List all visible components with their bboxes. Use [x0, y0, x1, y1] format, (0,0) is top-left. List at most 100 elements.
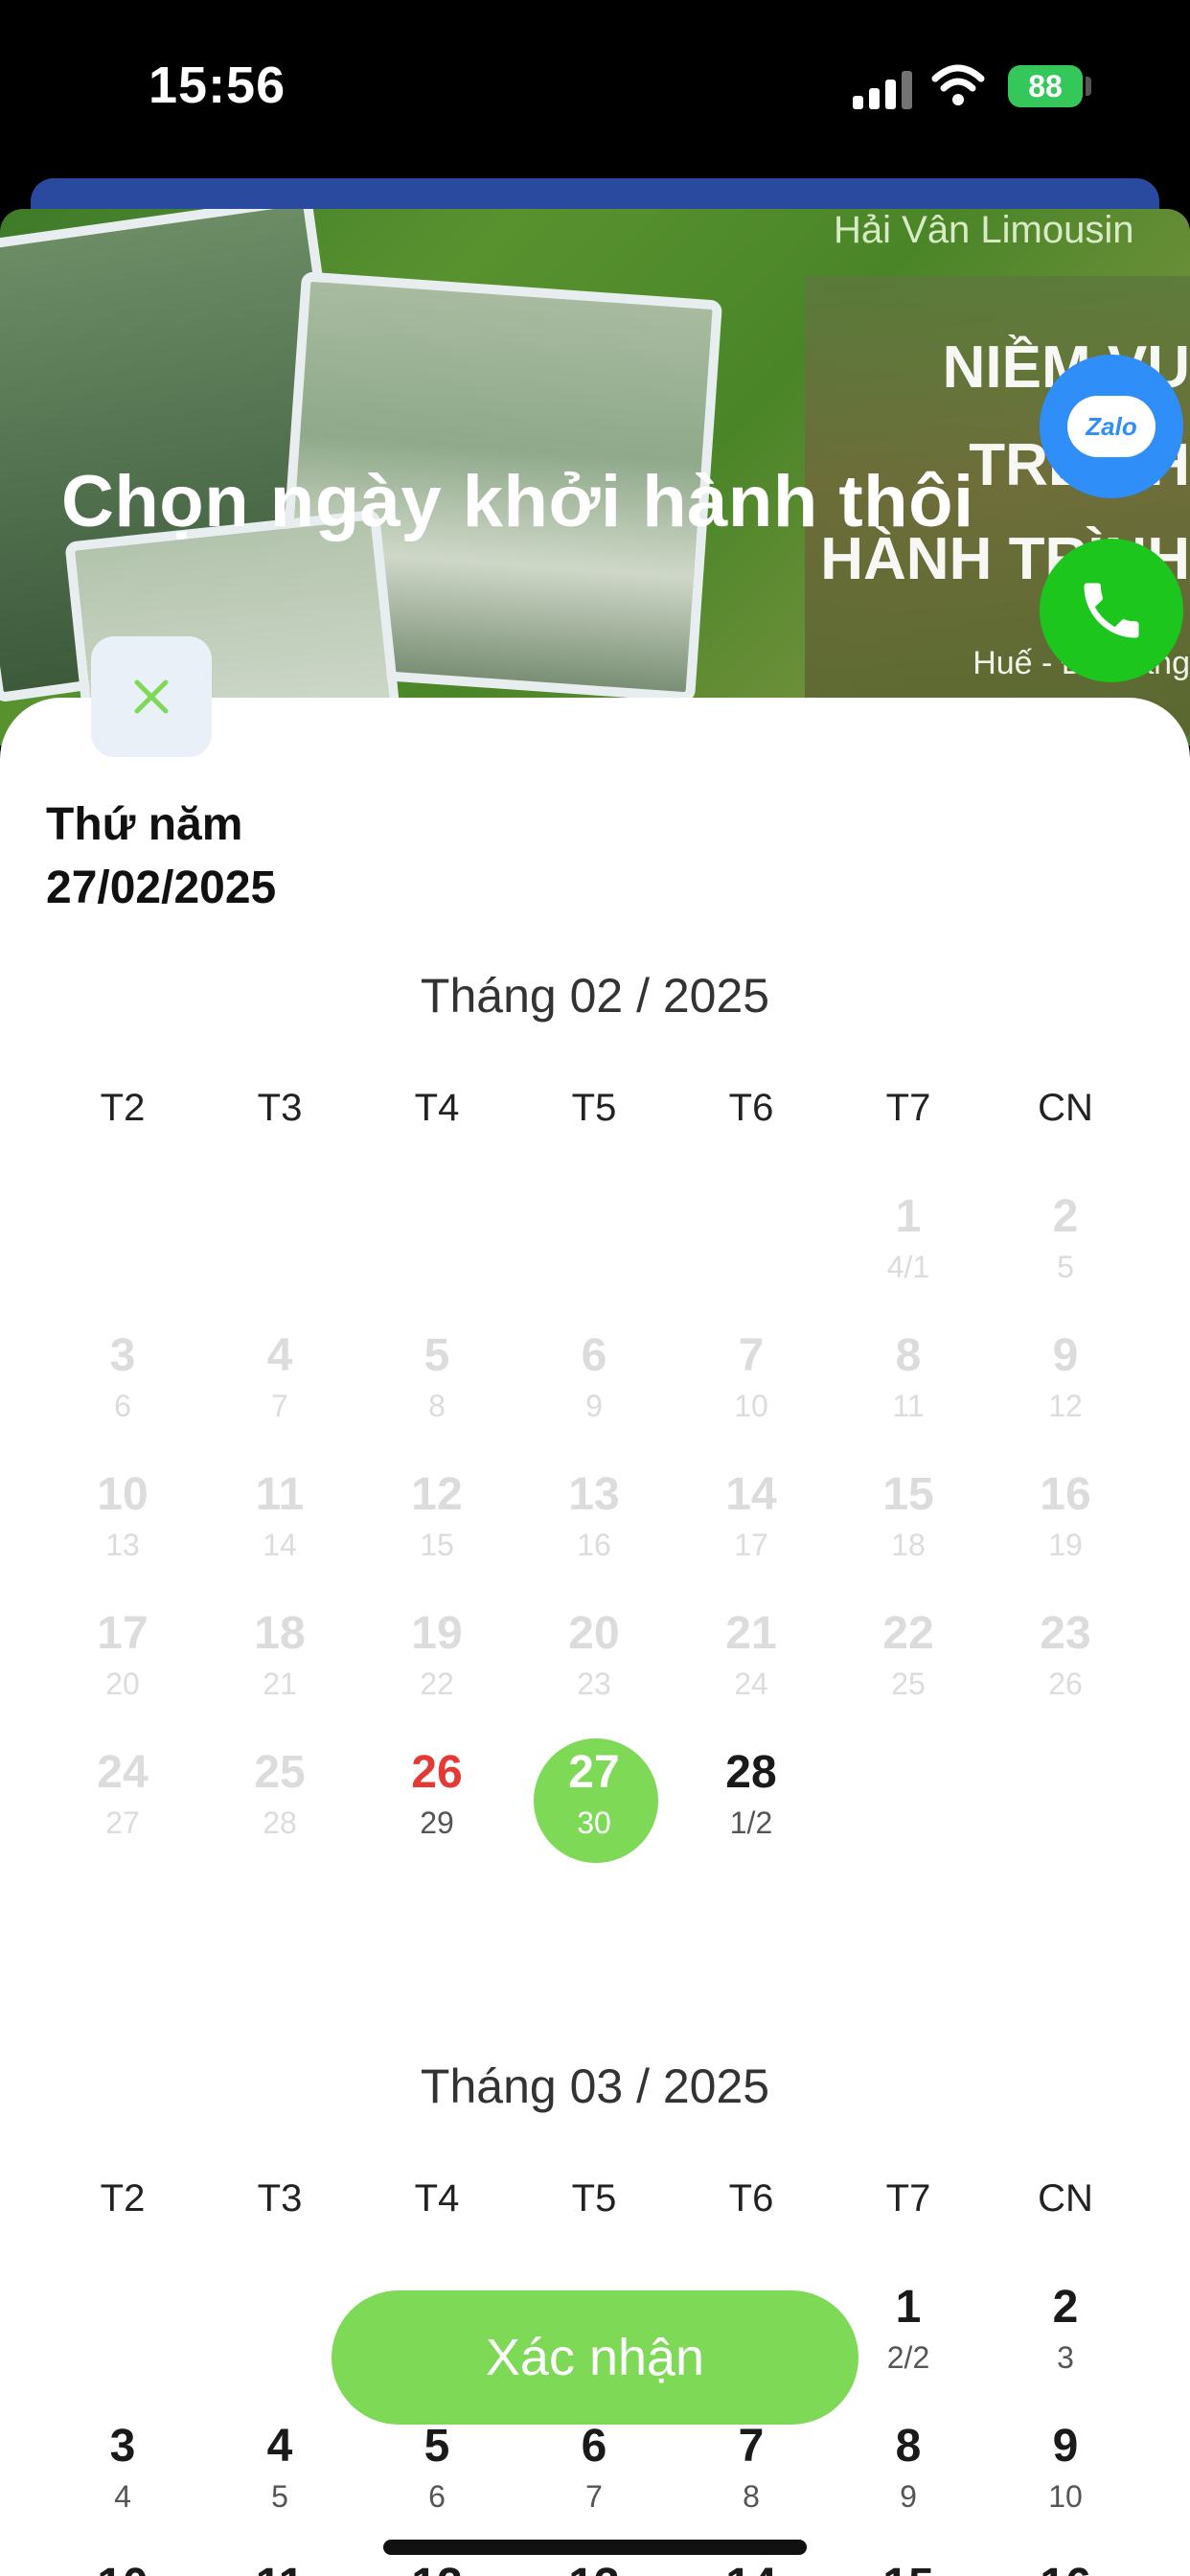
zalo-chat-button[interactable]: Zalo	[1040, 355, 1183, 498]
lunar-date: 8	[743, 2479, 760, 2514]
day-number: 21	[725, 1608, 777, 1659]
day-number: 12	[411, 1469, 463, 1520]
lunar-date: 28	[263, 1806, 297, 1840]
day-number: 23	[1040, 1608, 1091, 1659]
day-number: 9	[1052, 2421, 1079, 2472]
selected-weekday: Thứ năm	[46, 799, 243, 850]
calendar-day[interactable]: 14	[673, 2557, 830, 2576]
confirm-button[interactable]: Xác nhận	[332, 2290, 858, 2425]
lunar-date: 9	[585, 1389, 603, 1423]
day-number: 7	[738, 2421, 765, 2472]
day-number: 15	[882, 1469, 934, 1520]
lunar-date: 22	[420, 1667, 454, 1701]
selected-date: 27/02/2025	[46, 862, 277, 913]
day-number: 11	[255, 1469, 305, 1520]
calendar-day[interactable]: 34	[44, 2418, 201, 2557]
day-number: 3	[109, 2421, 136, 2472]
lunar-date: 4/1	[886, 1250, 930, 1284]
calendar-day: 18 21	[201, 1605, 358, 1744]
calendar-day: 10 13	[44, 1466, 201, 1605]
zalo-icon: Zalo	[1067, 396, 1156, 457]
day-number: 14	[673, 2557, 830, 2576]
calendar-day[interactable]: 78	[673, 2418, 830, 2557]
weekday-label: T6	[728, 2177, 774, 2220]
day-number: 28	[725, 1747, 777, 1798]
calendar-day: 69	[515, 1327, 673, 1466]
weekday-label: T7	[885, 2177, 931, 2220]
weekday-label: T6	[728, 1087, 774, 1129]
calendar-day[interactable]: 15	[830, 2557, 987, 2576]
cellular-signal-icon	[853, 67, 914, 109]
lunar-date: 20	[105, 1667, 140, 1701]
day-number: 24	[97, 1747, 149, 1798]
lunar-date: 14	[263, 1528, 297, 1562]
day-number: 4	[266, 1330, 293, 1381]
day-number: 2	[1052, 1191, 1079, 1242]
lunar-date: 16	[577, 1528, 611, 1562]
weekday-label: T2	[100, 2177, 146, 2220]
lunar-date: 6	[428, 2479, 446, 2514]
calendar-day[interactable]: 9 10	[987, 2418, 1144, 2557]
lunar-date: 10	[1048, 2479, 1083, 2514]
calendar-day: 15 18	[830, 1466, 987, 1605]
calendar-day[interactable]: 10	[44, 2557, 201, 2576]
day-number: 1	[895, 1191, 922, 1242]
lunar-date: 19	[1048, 1528, 1083, 1562]
day-number: 8	[895, 2421, 922, 2472]
call-button[interactable]	[1040, 539, 1183, 682]
battery-icon: 88	[1008, 65, 1083, 107]
calendar-day: 58	[358, 1327, 515, 1466]
day-number: 3	[109, 1330, 136, 1381]
calendar-day[interactable]: 28 1/2	[673, 1744, 830, 1883]
calendar-day: 19 22	[358, 1605, 515, 1744]
calendar-day[interactable]: 56	[358, 2418, 515, 2557]
weekday-label: T2	[100, 1087, 146, 1129]
weekday-label: T3	[257, 2177, 303, 2220]
lunar-date: 13	[105, 1528, 140, 1562]
weekday-label: T5	[571, 1087, 617, 1129]
calendar-day[interactable]: 16	[987, 2557, 1144, 2576]
day-number: 4	[266, 2421, 293, 2472]
lunar-date: 23	[577, 1667, 611, 1701]
calendar-day[interactable]: 23	[987, 2279, 1144, 2418]
weekday-label: CN	[1038, 1087, 1093, 1129]
day-number: 1	[895, 2282, 922, 2333]
day-number: 26	[411, 1747, 463, 1798]
calendar-day: 1 4/1	[830, 1188, 987, 1327]
selected-date-display: Thứ năm 27/02/2025	[46, 794, 276, 920]
calendar-day: 11 14	[201, 1466, 358, 1605]
day-number: 8	[895, 1330, 922, 1381]
day-number: 17	[97, 1608, 149, 1659]
calendar-day[interactable]: 12	[358, 2557, 515, 2576]
day-number: 10	[97, 1469, 149, 1520]
lunar-date: 24	[734, 1667, 768, 1701]
lunar-date: 18	[891, 1528, 926, 1562]
day-number: 20	[568, 1608, 620, 1659]
lunar-date: 17	[734, 1528, 768, 1562]
calendar-day[interactable]: 67	[515, 2418, 673, 2557]
day-number: 16	[1040, 1469, 1091, 1520]
calendar-day: 23 26	[987, 1605, 1144, 1744]
calendar-day: 8 11	[830, 1327, 987, 1466]
day-number: 5	[423, 2421, 450, 2472]
day-number: 6	[581, 2421, 607, 2472]
day-number: 22	[882, 1608, 934, 1659]
lunar-date: 26	[1048, 1667, 1083, 1701]
calendar-day: 24 27	[44, 1744, 201, 1883]
calendar-day[interactable]: 27 30	[515, 1738, 673, 1883]
weekday-label: T3	[257, 1087, 303, 1129]
lunar-date: 21	[263, 1667, 297, 1701]
calendar-day[interactable]: 45	[201, 2418, 358, 2557]
lunar-date: 1/2	[729, 1806, 773, 1840]
close-button[interactable]	[91, 636, 212, 757]
calendar-day[interactable]: 13	[515, 2557, 673, 2576]
calendar-day[interactable]: 11	[201, 2557, 358, 2576]
weekday-label: T4	[414, 1087, 460, 1129]
calendar-day[interactable]: 26 29	[358, 1744, 515, 1883]
close-icon	[134, 679, 169, 714]
calendar-day[interactable]: 89	[830, 2418, 987, 2557]
weekday-label: T4	[414, 2177, 460, 2220]
weekday-label: T7	[885, 1087, 931, 1129]
calendar-day: 47	[201, 1327, 358, 1466]
wifi-icon	[931, 64, 985, 105]
